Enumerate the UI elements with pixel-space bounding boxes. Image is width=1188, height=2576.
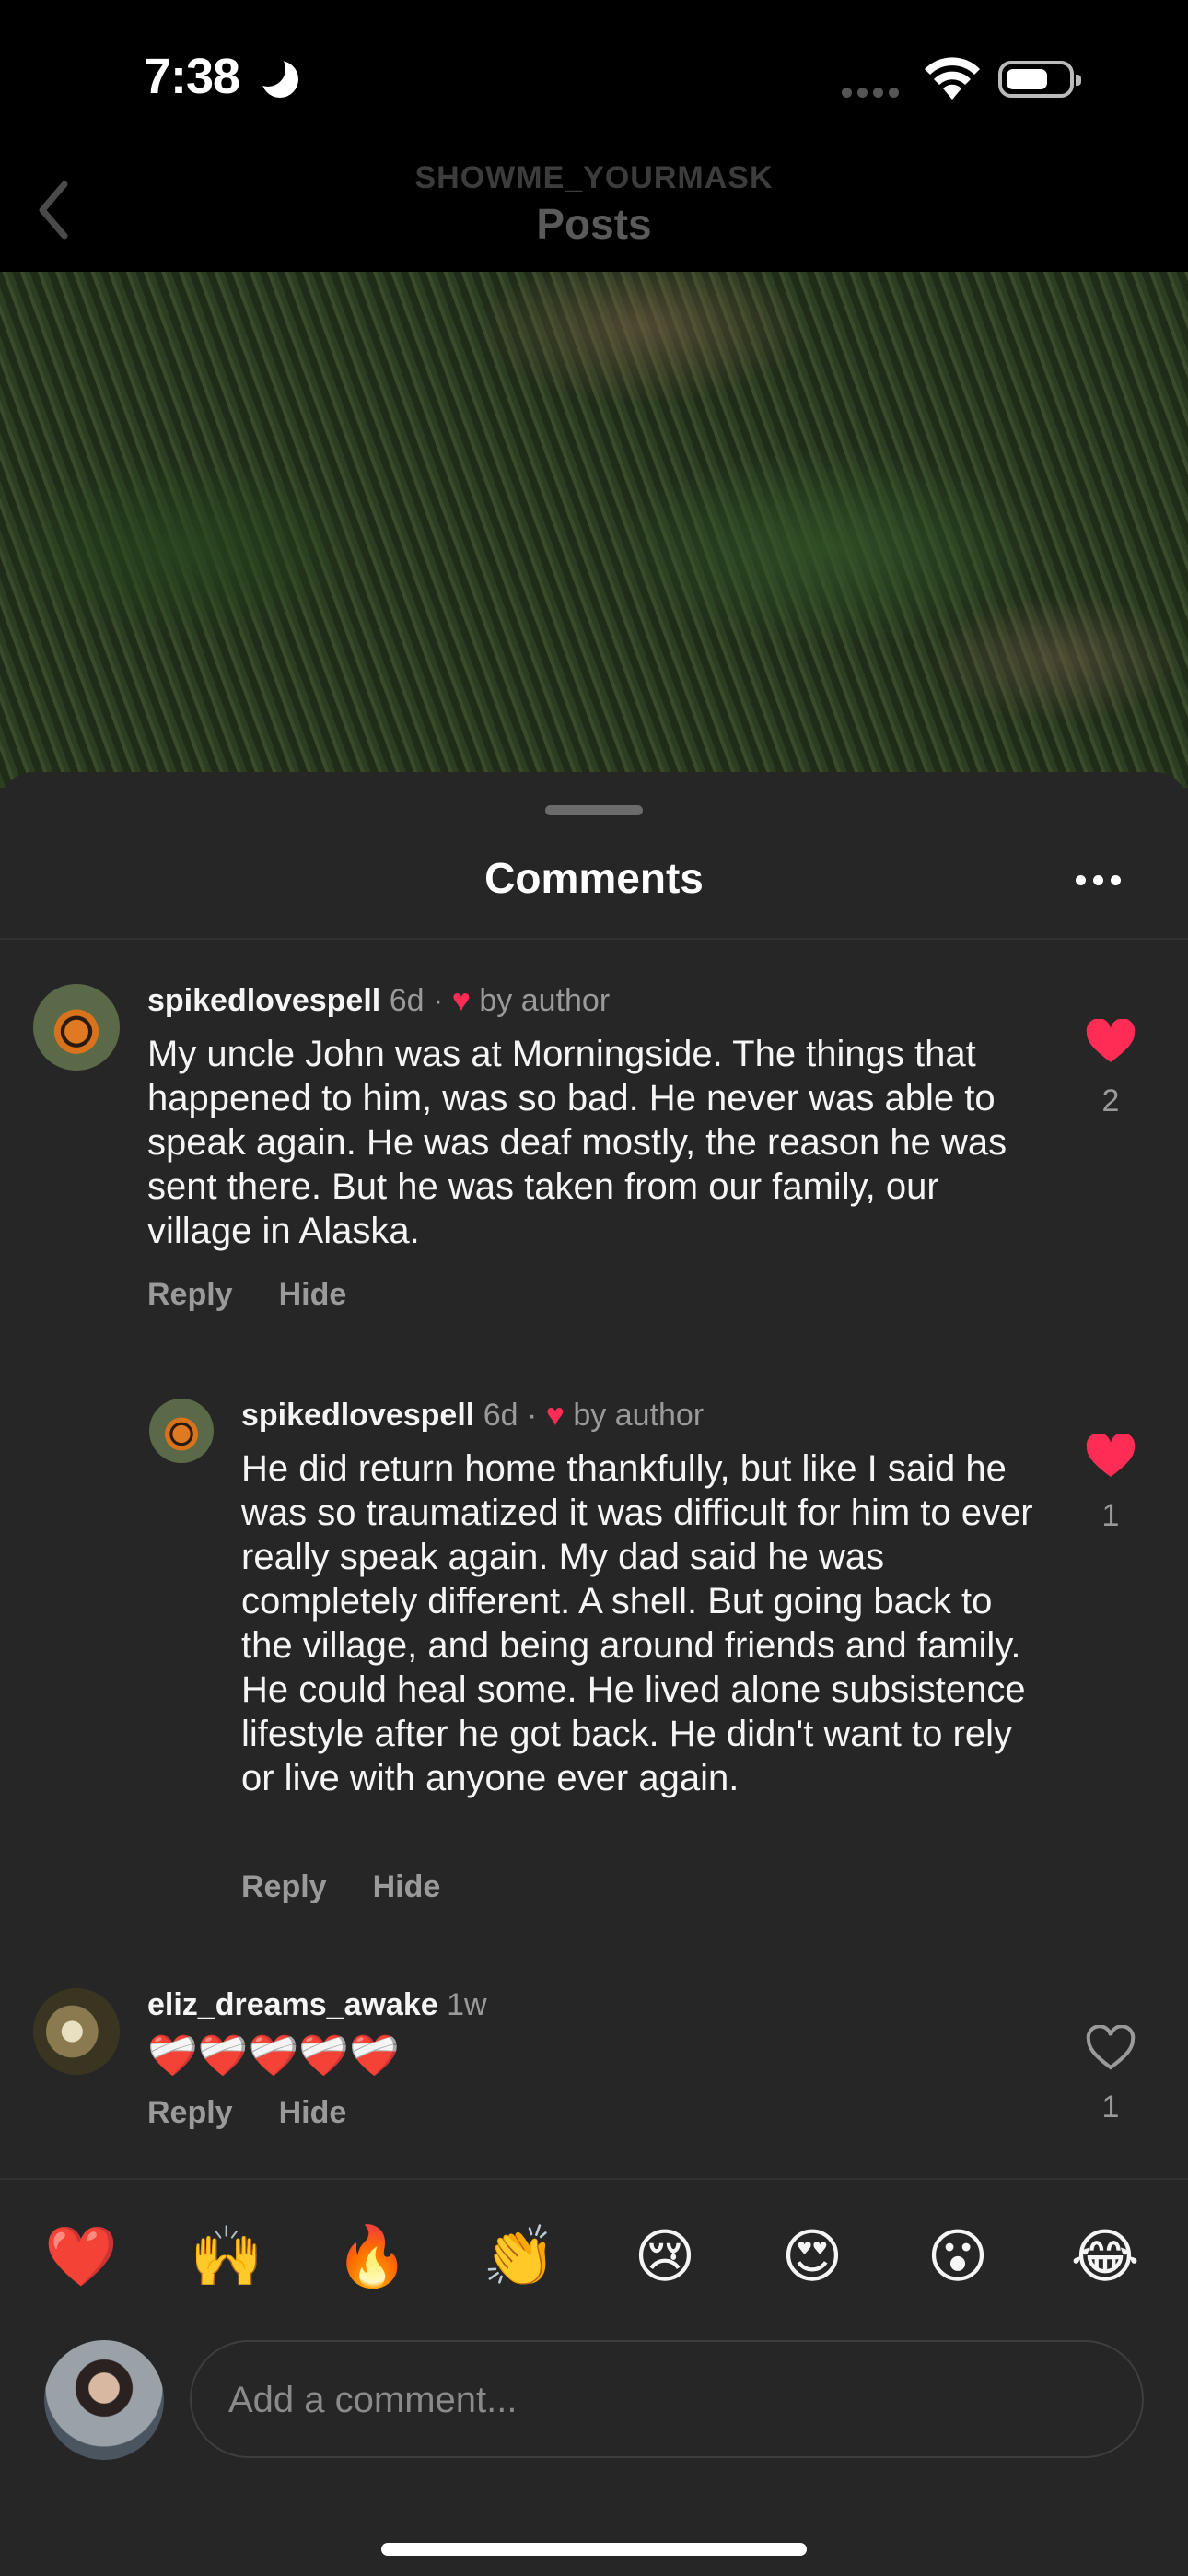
comment-actions: Reply Hide bbox=[147, 1277, 346, 1313]
reaction-raised-hands[interactable]: 🙌 bbox=[181, 2220, 273, 2294]
separator: · bbox=[432, 983, 444, 1018]
reply-button[interactable]: Reply bbox=[147, 2095, 233, 2131]
avatar[interactable] bbox=[149, 1399, 214, 1463]
avatar[interactable] bbox=[33, 984, 120, 1071]
comment-header: spikedlovespell 6d · ♥ by author bbox=[241, 1397, 704, 1434]
comment-header: spikedlovespell 6d · ♥ by author bbox=[147, 982, 610, 1019]
sheet-title: Comments bbox=[484, 854, 704, 902]
like-count: 1 bbox=[1101, 1498, 1120, 1533]
reaction-heart-eyes[interactable]: 😍 bbox=[766, 2220, 858, 2294]
comment-input[interactable] bbox=[227, 2342, 1114, 2458]
current-user-avatar bbox=[44, 2340, 164, 2460]
heart-filled-icon[interactable] bbox=[1083, 1434, 1138, 1480]
reply-button[interactable]: Reply bbox=[147, 1277, 233, 1313]
home-indicator[interactable] bbox=[381, 2543, 807, 2556]
divider bbox=[0, 2178, 1188, 2180]
signal-icon bbox=[842, 88, 899, 98]
page-title: Posts bbox=[536, 200, 652, 248]
reaction-cry[interactable]: 😢 bbox=[619, 2220, 711, 2294]
liked-by-author: by author bbox=[479, 983, 611, 1018]
author-heart-icon: ♥ bbox=[451, 983, 471, 1018]
reaction-fire[interactable]: 🔥 bbox=[326, 2220, 418, 2294]
comment-text: ❤️‍🩹❤️‍🩹❤️‍🩹❤️‍🩹❤️‍🩹 bbox=[147, 2032, 400, 2079]
reaction-laugh[interactable]: 😂 bbox=[1059, 2220, 1151, 2294]
profile-username: SHOWME_YOURMASK bbox=[414, 160, 774, 195]
comment-text: My uncle John was at Morningside. The th… bbox=[147, 1034, 1007, 1251]
drag-handle[interactable] bbox=[545, 805, 643, 815]
divider bbox=[0, 938, 1188, 940]
separator: · bbox=[526, 1398, 538, 1433]
post-image[interactable] bbox=[0, 272, 1188, 788]
reaction-clap[interactable]: 👏 bbox=[473, 2220, 565, 2294]
username[interactable]: eliz_dreams_awake bbox=[147, 1987, 438, 2022]
quick-reactions: ❤️ 🙌 🔥 👏 😢 😍 😮 😂 bbox=[0, 2220, 1188, 2294]
timestamp: 6d bbox=[483, 1398, 518, 1433]
comment-composer[interactable] bbox=[190, 2340, 1144, 2458]
hide-button[interactable]: Hide bbox=[373, 1869, 441, 1905]
comment-actions: Reply Hide bbox=[147, 2095, 346, 2131]
more-options-icon[interactable] bbox=[1076, 875, 1121, 885]
heart-outline-icon[interactable] bbox=[1083, 2025, 1138, 2071]
battery-icon bbox=[998, 61, 1081, 98]
liked-by-author: by author bbox=[573, 1398, 705, 1433]
focus-moon-icon bbox=[250, 52, 298, 98]
top-bar: 7:38 SHOWME_YOURMASK Posts bbox=[0, 0, 1188, 272]
avatar[interactable] bbox=[33, 1988, 120, 2075]
reaction-wow[interactable]: 😮 bbox=[912, 2220, 1004, 2294]
hide-button[interactable]: Hide bbox=[279, 2095, 347, 2131]
reply-button[interactable]: Reply bbox=[241, 1869, 327, 1905]
comment-item: eliz_dreams_awake 1w ❤️‍🩹❤️‍🩹❤️‍🩹❤️‍🩹❤️‍… bbox=[0, 772, 1188, 2130]
timestamp: 6d bbox=[389, 983, 425, 1018]
author-heart-icon: ♥ bbox=[545, 1398, 565, 1433]
hide-button[interactable]: Hide bbox=[279, 1277, 347, 1313]
username[interactable]: spikedlovespell bbox=[147, 983, 380, 1018]
heart-filled-icon[interactable] bbox=[1083, 1019, 1138, 1065]
comment-text: He did return home thankfully, but like … bbox=[241, 1448, 1033, 1798]
comment-header: eliz_dreams_awake 1w bbox=[147, 1986, 487, 2023]
comment-actions: Reply Hide bbox=[241, 1869, 440, 1905]
like-count: 1 bbox=[1101, 2090, 1120, 2125]
comments-sheet: Comments spikedlovespell 6d · ♥ by autho… bbox=[0, 772, 1188, 2576]
timestamp: 1w bbox=[447, 1987, 487, 2022]
reaction-heart[interactable]: ❤️ bbox=[35, 2220, 127, 2294]
username[interactable]: spikedlovespell bbox=[241, 1398, 474, 1433]
wifi-icon bbox=[925, 57, 980, 100]
like-count: 2 bbox=[1101, 1083, 1120, 1118]
status-time: 7:38 bbox=[144, 49, 240, 104]
